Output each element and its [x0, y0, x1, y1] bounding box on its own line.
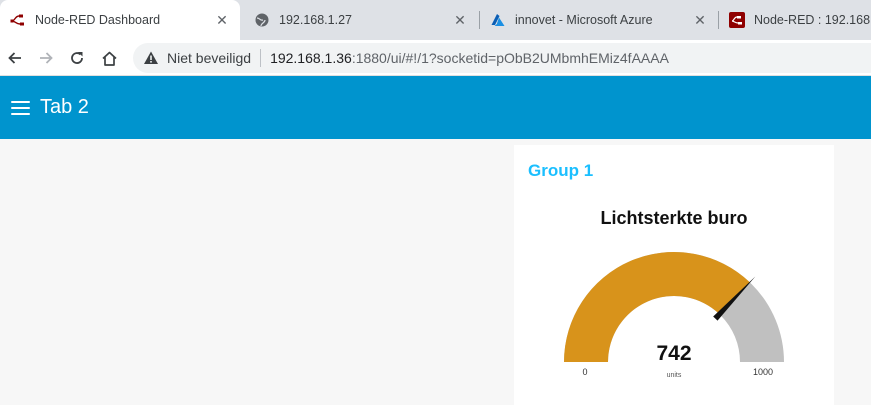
url-host: 192.168.1.36 [270, 50, 352, 66]
close-icon[interactable]: ✕ [692, 12, 708, 28]
node-red-icon [729, 12, 745, 28]
home-icon [101, 51, 117, 66]
warning-icon[interactable] [143, 50, 159, 66]
page-title: Tab 2 [40, 96, 89, 118]
security-label[interactable]: Niet beveiligd [167, 50, 251, 66]
tab-title: innovet - Microsoft Azure [515, 13, 653, 27]
tab-node-red-192[interactable]: Node-RED : 192.168.1. [719, 0, 871, 40]
gauge-units: units [667, 372, 682, 379]
close-icon[interactable]: ✕ [214, 12, 230, 28]
reload-button[interactable] [64, 45, 90, 71]
home-button[interactable] [96, 45, 122, 71]
tab-192-168-1-27[interactable]: 192.168.1.27 ✕ [244, 0, 478, 40]
address-bar[interactable]: Niet beveiligd 192.168.1.36 :1880/ui/#!/… [133, 43, 871, 73]
browser-tab-strip: Node-RED Dashboard ✕ 192.168.1.27 ✕ inno… [0, 0, 871, 40]
tab-title: Node-RED : 192.168.1. [754, 13, 871, 27]
dashboard-header: Tab 2 [0, 76, 871, 139]
gauge-value: 742 [656, 342, 691, 365]
gauge-max-label: 1000 [753, 367, 773, 377]
url-path: :1880/ui/#!/1?socketid=pObB2UMbmhEMiz4fA… [351, 50, 669, 66]
gauge: 742 units 0 1000 [564, 252, 784, 379]
tab-node-red-dashboard[interactable]: Node-RED Dashboard ✕ [0, 0, 240, 40]
browser-toolbar: Niet beveiligd 192.168.1.36 :1880/ui/#!/… [0, 40, 871, 76]
tab-title: 192.168.1.27 [279, 13, 352, 27]
group-card: Group 1 Lichtsterkte buro 742 units 0 10… [514, 145, 834, 405]
globe-icon [254, 12, 270, 28]
node-red-icon [10, 12, 26, 28]
url-divider [260, 49, 262, 67]
hamburger-menu-icon[interactable] [11, 100, 30, 115]
close-icon[interactable]: ✕ [452, 12, 468, 28]
reload-icon [71, 52, 83, 64]
tab-innovet-azure[interactable]: innovet - Microsoft Azure ✕ [480, 0, 718, 40]
arrow-right-icon [40, 52, 53, 64]
arrow-left-icon [8, 52, 21, 64]
forward-button[interactable] [33, 45, 59, 71]
tab-title: Node-RED Dashboard [35, 13, 161, 27]
azure-icon [490, 12, 506, 28]
gauge-min-label: 0 [582, 367, 587, 377]
back-button[interactable] [2, 45, 28, 71]
